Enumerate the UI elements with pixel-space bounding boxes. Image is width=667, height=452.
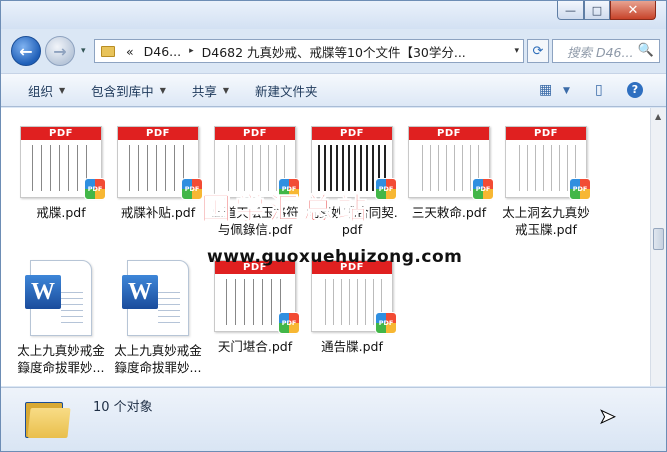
- forward-arrow-icon: →: [53, 41, 67, 61]
- maximize-button[interactable]: □: [584, 1, 610, 20]
- watermark-url: www.guoxuehuizong.com: [207, 247, 463, 267]
- file-name: 戒牒.pdf: [36, 205, 86, 220]
- recent-pages-dropdown[interactable]: ▾: [81, 46, 86, 56]
- breadcrumb-overflow[interactable]: «: [121, 44, 139, 59]
- close-button[interactable]: ✕: [610, 1, 656, 20]
- breadcrumb-current[interactable]: D4682 九真妙戒、戒牒等10个文件【30学分...: [197, 42, 471, 61]
- item-count: 10 个对象: [93, 400, 153, 415]
- file-name: 三天敕命.pdf: [411, 205, 487, 220]
- word-document-icon: W: [122, 260, 189, 336]
- chevron-down-icon: ▼: [222, 85, 230, 95]
- file-item-pdf[interactable]: PDF PDF 通告牒.pdf: [304, 260, 400, 355]
- scroll-up-icon[interactable]: ▲: [655, 112, 661, 121]
- word-document-icon: W: [25, 260, 92, 336]
- organize-label: 组织: [28, 83, 54, 99]
- pdf-badge-icon: PDF: [472, 178, 494, 200]
- mouse-cursor-icon: ➤: [599, 404, 617, 429]
- new-folder-label: 新建文件夹: [255, 83, 318, 99]
- share-menu[interactable]: 共享 ▼: [179, 74, 242, 106]
- scrollbar-thumb[interactable]: [653, 228, 664, 250]
- pdf-badge-icon: PDF: [375, 178, 397, 200]
- pdf-badge-icon: PDF: [569, 178, 591, 200]
- view-dropdown-icon[interactable]: ▼: [563, 86, 570, 96]
- file-name: 天门堪合.pdf: [217, 339, 293, 354]
- address-dropdown-icon[interactable]: ▾: [514, 46, 519, 56]
- command-bar: 组织 ▼ 包含到库中 ▼ 共享 ▼ 新建文件夹 ▦ ▼ ▯ ?: [1, 73, 666, 107]
- chevron-down-icon: ▼: [59, 85, 66, 95]
- back-button[interactable]: ←: [11, 36, 41, 66]
- share-label: 共享: [191, 83, 217, 99]
- pdf-badge-icon: PDF: [278, 312, 300, 334]
- watermark-title: 国学汇总站: [201, 192, 371, 228]
- breadcrumb-separator-icon[interactable]: ▸: [186, 46, 197, 56]
- file-item-pdf[interactable]: PDF PDF 戒牒补贴.pdf: [110, 126, 206, 221]
- new-folder-button[interactable]: 新建文件夹: [242, 74, 331, 106]
- include-in-library-menu[interactable]: 包含到库中 ▼: [78, 74, 179, 106]
- help-icon[interactable]: ?: [627, 82, 643, 98]
- breadcrumb-parent[interactable]: D46...: [139, 44, 186, 59]
- file-item-doc[interactable]: W 太上九真妙戒金籙度命拔罪妙...: [110, 260, 206, 376]
- file-name: 通告牒.pdf: [321, 339, 383, 354]
- view-icon[interactable]: ▦: [539, 82, 552, 98]
- folder-icon: [101, 45, 115, 57]
- file-item-pdf[interactable]: PDF PDF 戒牒.pdf: [13, 126, 109, 221]
- search-input[interactable]: 搜索 D46... 🔍: [552, 39, 660, 63]
- forward-button[interactable]: →: [45, 36, 75, 66]
- file-name: 太上九真妙戒金籙度命拔罪妙...: [114, 343, 202, 375]
- file-item-doc[interactable]: W 太上九真妙戒金籙度命拔罪妙...: [13, 260, 109, 376]
- address-bar[interactable]: « D46... ▸ D4682 九真妙戒、戒牒等10个文件【30学分... ▾: [94, 39, 524, 63]
- file-name: 太上九真妙戒金籙度命拔罪妙...: [17, 343, 105, 375]
- pdf-badge-icon: PDF: [84, 178, 106, 200]
- organize-menu[interactable]: 组织 ▼: [15, 74, 78, 106]
- minimize-button[interactable]: —: [557, 1, 584, 20]
- title-bar: — □ ✕: [1, 1, 666, 29]
- search-placeholder: 搜索 D46...: [567, 44, 634, 60]
- vertical-scrollbar[interactable]: ▲: [650, 108, 666, 386]
- file-name: 戒牒补贴.pdf: [120, 205, 196, 220]
- refresh-icon: ⟳: [532, 43, 544, 59]
- explorer-window: — □ ✕ ← → ▾ « D46... ▸ D4682 九真妙戒、戒牒等10个…: [0, 0, 667, 452]
- pdf-badge-icon: PDF: [375, 312, 397, 334]
- refresh-button[interactable]: ⟳: [527, 39, 549, 63]
- folder-icon: [25, 396, 73, 438]
- file-item-pdf[interactable]: PDF PDF 三天敕命.pdf: [401, 126, 497, 221]
- preview-pane-icon[interactable]: ▯: [595, 82, 603, 98]
- file-name: 太上洞玄九真妙戒玉牒.pdf: [502, 205, 590, 237]
- back-arrow-icon: ←: [19, 41, 33, 61]
- search-icon[interactable]: 🔍: [638, 43, 654, 58]
- navigation-row: ← → ▾ « D46... ▸ D4682 九真妙戒、戒牒等10个文件【30学…: [1, 31, 666, 69]
- file-item-pdf[interactable]: PDF PDF 天门堪合.pdf: [207, 260, 303, 355]
- chevron-down-icon: ▼: [159, 85, 166, 95]
- details-pane: 10 个对象 ➤: [1, 387, 666, 451]
- pdf-badge-icon: PDF: [181, 178, 203, 200]
- file-item-pdf[interactable]: PDF PDF 太上洞玄九真妙戒玉牒.pdf: [498, 126, 594, 238]
- include-label: 包含到库中: [91, 83, 154, 99]
